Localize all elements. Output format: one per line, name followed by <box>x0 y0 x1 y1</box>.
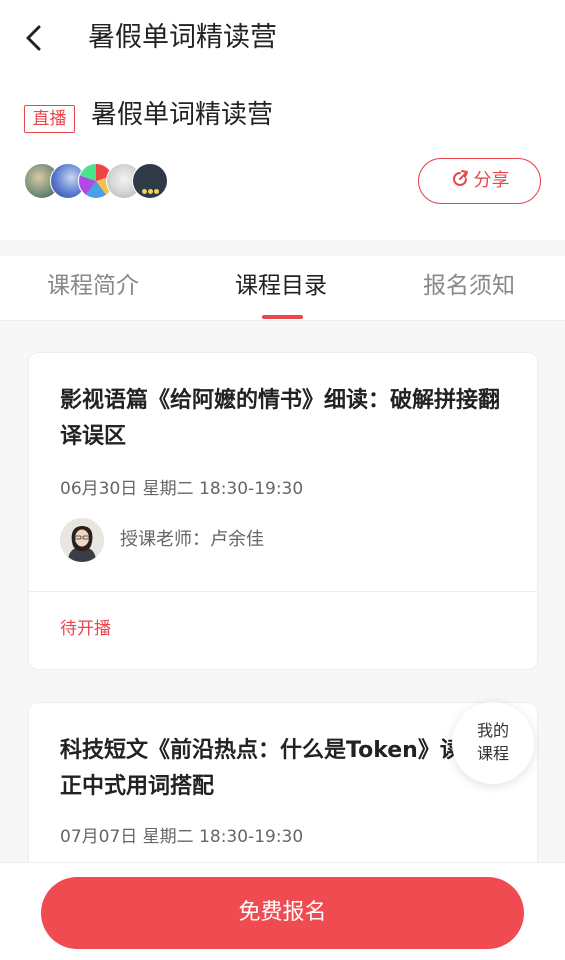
share-refresh-icon <box>452 170 468 186</box>
top-nav-bar: 暑假单词精读营 <box>0 0 565 78</box>
lesson-status: 待开播 <box>60 619 111 639</box>
course-title: 暑假单词精读营 <box>91 100 274 130</box>
lesson-card[interactable]: 影视语篇《给阿嬷的情书》细读：破解拼接翻译误区 06月30日 星期二 18:30… <box>28 352 538 670</box>
page-title: 暑假单词精读营 <box>88 22 277 53</box>
bottom-bar: 免费报名 <box>0 862 565 960</box>
tab-course-catalog[interactable]: 课程目录 <box>235 270 327 302</box>
share-button[interactable]: 分享 <box>418 158 541 204</box>
back-arrow-icon[interactable] <box>18 22 50 54</box>
divider <box>29 591 537 592</box>
participant-avatars <box>24 163 184 199</box>
my-course-label-line1: 我的 <box>476 721 509 740</box>
tab-signup-notice[interactable]: 报名须知 <box>423 270 515 302</box>
course-header: 直播 暑假单词精读营 分享 <box>0 78 565 240</box>
lesson-time: 07月07日 星期二 18:30-19:30 <box>60 827 304 847</box>
tab-bar: 课程简介 课程目录 报名须知 <box>0 256 565 321</box>
lesson-title: 影视语篇《给阿嬷的情书》细读：破解拼接翻译误区 <box>60 388 501 449</box>
my-course-label-line2: 课程 <box>476 744 509 763</box>
avatar <box>132 163 168 199</box>
share-label: 分享 <box>473 170 510 191</box>
live-badge: 直播 <box>24 105 75 133</box>
active-tab-indicator <box>262 315 303 319</box>
free-signup-button[interactable]: 免费报名 <box>41 877 524 949</box>
teacher-avatar <box>60 518 104 562</box>
lesson-time: 06月30日 星期二 18:30-19:30 <box>60 479 304 499</box>
tab-course-intro[interactable]: 课程简介 <box>47 270 139 302</box>
my-course-button[interactable]: 我的 课程 <box>452 702 534 784</box>
teacher-name: 授课老师：卢余佳 <box>120 529 264 550</box>
lesson-title: 科技短文《前沿热点：什么是Token》读：修正中式用词搭配 <box>60 738 506 799</box>
